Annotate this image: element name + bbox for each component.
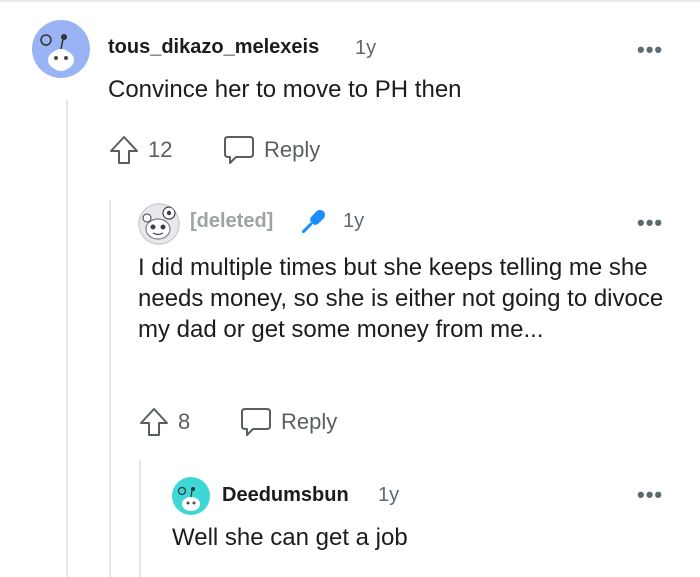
thread-line-level-1[interactable] (66, 100, 68, 577)
vote-count: 12 (148, 137, 173, 162)
upvote-button[interactable]: 8 (138, 406, 190, 438)
more-options-icon[interactable]: ••• (637, 484, 663, 506)
reply-button[interactable]: Reply (239, 406, 337, 438)
reply-label: Reply (264, 137, 321, 162)
comment-body: Convince her to move to PH then (108, 76, 462, 103)
vote-count: 8 (178, 409, 191, 434)
snoo-avatar-icon (40, 34, 74, 71)
comment-body: I did multiple times but she keeps telli… (138, 254, 664, 343)
upvote-arrow-icon (110, 136, 138, 164)
user-avatar[interactable] (138, 203, 180, 245)
comment-age: 1y (355, 37, 377, 59)
snoo-avatar-icon (177, 486, 200, 511)
user-avatar[interactable] (32, 20, 90, 78)
comment-author[interactable]: Deedumsbun (222, 484, 349, 507)
thread-line-level-2[interactable] (109, 200, 111, 577)
comment-author: [deleted] (190, 210, 274, 232)
user-avatar[interactable] (172, 477, 210, 515)
reply-bubble-icon (241, 408, 271, 436)
comment-age: 1y (343, 210, 365, 232)
reply-button[interactable]: Reply (222, 134, 320, 166)
comment-age: 1y (378, 484, 400, 506)
top-divider (0, 0, 700, 2)
more-options-icon[interactable]: ••• (637, 39, 663, 61)
snoo-avatar-icon (138, 203, 180, 245)
thread-line-level-3[interactable] (139, 460, 141, 577)
upvote-arrow-icon (140, 408, 168, 436)
microphone-icon (296, 205, 330, 239)
reply-label: Reply (281, 409, 338, 434)
comment-author[interactable]: tous_dikazo_melexeis (108, 36, 319, 59)
more-options-icon[interactable]: ••• (637, 212, 663, 234)
comment-body: Well she can get a job (172, 524, 408, 551)
reply-bubble-icon (224, 136, 254, 164)
upvote-button[interactable]: 12 (108, 134, 172, 166)
